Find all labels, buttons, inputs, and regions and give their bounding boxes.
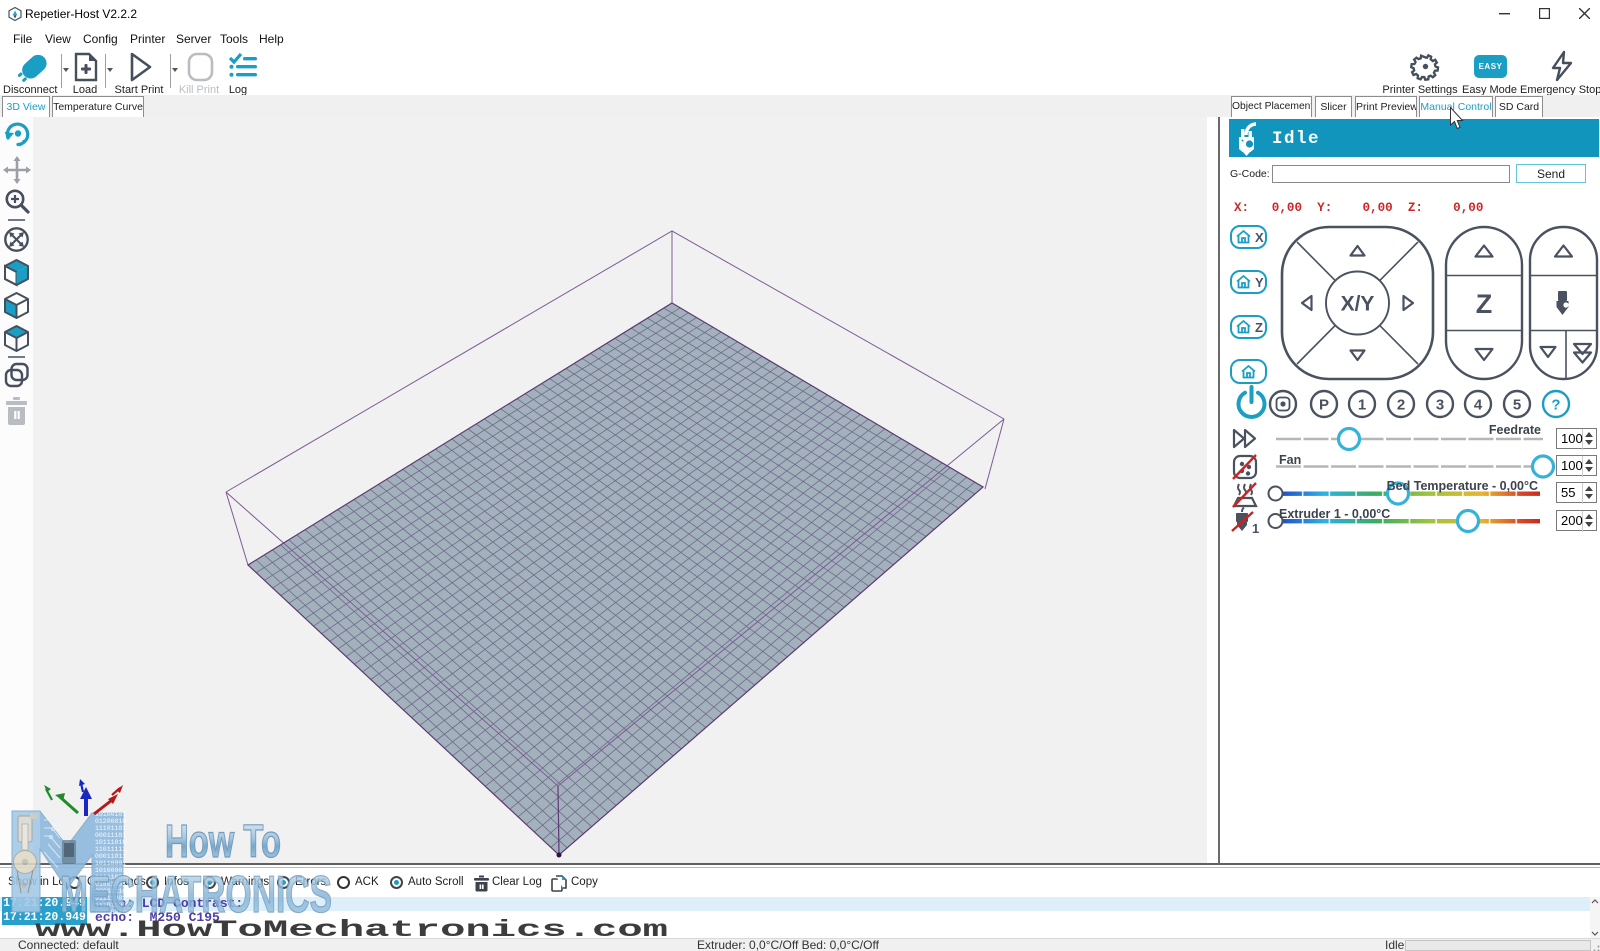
svg-text:11011111: 11011111 bbox=[95, 846, 126, 853]
svg-text:1: 1 bbox=[1252, 521, 1259, 536]
svg-text:Z: Z bbox=[1476, 289, 1493, 319]
svg-text:10111010: 10111010 bbox=[95, 839, 126, 846]
svg-text:4: 4 bbox=[1474, 397, 1483, 414]
svg-text:00011011: 00011011 bbox=[95, 853, 126, 860]
svg-text:www.HowToMechatronics.com: www.HowToMechatronics.com bbox=[35, 917, 668, 943]
svg-text:P: P bbox=[1319, 397, 1329, 414]
svg-text:11101101: 11101101 bbox=[95, 825, 126, 832]
svg-text:Feedrate: Feedrate bbox=[1489, 423, 1541, 437]
svg-text:5: 5 bbox=[1513, 397, 1521, 414]
svg-text:Extruder 1 - 0,00°C: Extruder 1 - 0,00°C bbox=[1279, 507, 1390, 521]
svg-text:?: ? bbox=[1551, 397, 1560, 414]
svg-text:Fan: Fan bbox=[1279, 453, 1301, 467]
svg-text:10100101: 10100101 bbox=[95, 811, 126, 818]
svg-text:1: 1 bbox=[1358, 397, 1366, 414]
svg-text:X: X bbox=[1255, 230, 1264, 245]
svg-text:Bed Temperature - 0,00°C: Bed Temperature - 0,00°C bbox=[1387, 479, 1538, 493]
svg-text:3: 3 bbox=[1436, 397, 1444, 414]
svg-text:01200010: 01200010 bbox=[95, 818, 126, 825]
svg-text:MECHATRONICS: MECHATRONICS bbox=[60, 866, 332, 924]
svg-text:2: 2 bbox=[1397, 397, 1405, 414]
svg-text:X/Y: X/Y bbox=[1341, 293, 1375, 316]
svg-text:Z: Z bbox=[1255, 320, 1263, 335]
svg-text:00011101: 00011101 bbox=[95, 832, 126, 839]
svg-text:How To: How To bbox=[165, 815, 281, 867]
svg-text:Y: Y bbox=[1255, 275, 1264, 290]
